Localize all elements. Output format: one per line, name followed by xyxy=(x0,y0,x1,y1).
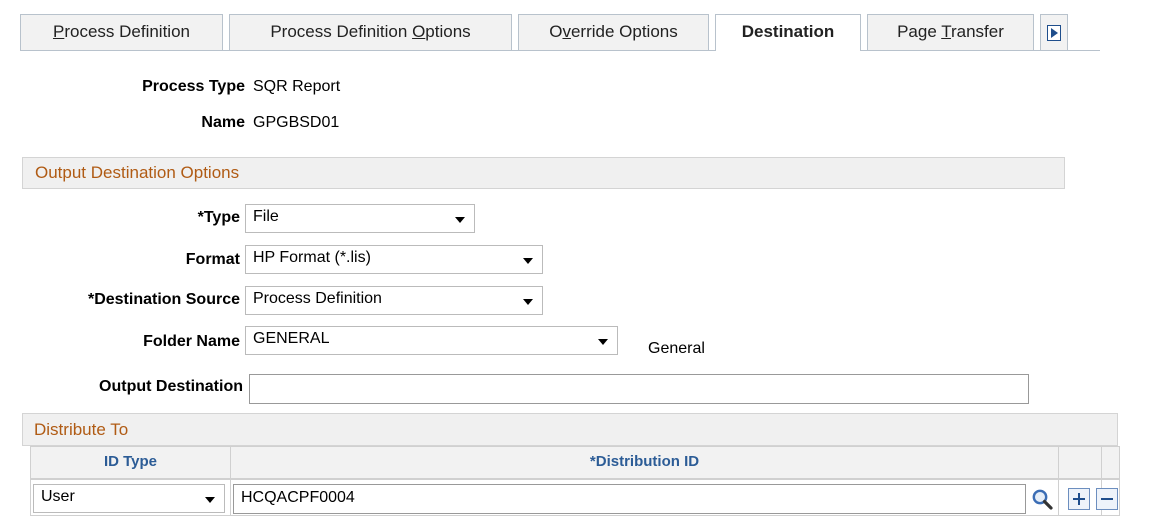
name-label: Name xyxy=(201,114,245,131)
tab-process-definition[interactable]: Process Definition xyxy=(20,14,223,50)
name-value: GPGBSD01 xyxy=(253,114,340,131)
chevron-down-icon xyxy=(598,339,608,345)
distribute-to-title: Distribute To xyxy=(34,420,129,439)
chevron-down-icon xyxy=(523,258,533,264)
output-destination-section: Output Destination Options xyxy=(22,157,1065,189)
next-tab-icon xyxy=(1047,25,1061,41)
chevron-down-icon xyxy=(205,497,215,503)
format-value: HP Format (*.lis) xyxy=(253,249,371,266)
type-label: *Type xyxy=(197,209,240,226)
process-type-label: Process Type xyxy=(142,78,245,95)
add-row-button[interactable] xyxy=(1068,488,1090,510)
chevron-down-icon xyxy=(455,217,465,223)
magnifier-icon[interactable] xyxy=(1031,488,1053,510)
next-tab-button[interactable] xyxy=(1040,14,1068,50)
tab-override-options[interactable]: Override Options xyxy=(518,14,709,50)
process-type-value: SQR Report xyxy=(253,78,341,95)
id-type-dropdown[interactable]: User xyxy=(33,484,225,513)
format-dropdown[interactable]: HP Format (*.lis) xyxy=(245,245,543,274)
column-header-id-type: ID Type xyxy=(30,446,231,479)
folder-description: General xyxy=(648,340,705,357)
column-header-distribution-id: *Distribution ID xyxy=(230,446,1059,479)
distribute-to-header-bar xyxy=(22,413,1118,446)
tab-destination[interactable]: Destination xyxy=(715,14,861,51)
output-destination-label: Output Destination xyxy=(99,378,243,395)
section-title: Output Destination Options xyxy=(35,163,240,182)
type-dropdown[interactable]: File xyxy=(245,204,475,233)
folder-name-dropdown[interactable]: GENERAL xyxy=(245,326,618,355)
folder-name-value: GENERAL xyxy=(253,330,330,347)
column-header-add xyxy=(1058,446,1102,479)
type-value: File xyxy=(253,208,279,225)
distribution-id-value: HCQACPF0004 xyxy=(241,489,355,506)
tab-page-transfer[interactable]: Page Transfer xyxy=(867,14,1034,50)
chevron-down-icon xyxy=(523,299,533,305)
output-destination-input[interactable] xyxy=(249,374,1029,404)
distribution-id-input[interactable]: HCQACPF0004 xyxy=(233,484,1026,514)
folder-name-label: Folder Name xyxy=(143,333,240,350)
column-header-delete xyxy=(1101,446,1120,479)
destination-source-dropdown[interactable]: Process Definition xyxy=(245,286,543,315)
destination-source-value: Process Definition xyxy=(253,290,382,307)
tab-divider xyxy=(20,50,1100,51)
delete-row-button[interactable] xyxy=(1096,488,1118,510)
destination-source-label: *Destination Source xyxy=(87,291,240,308)
format-label: Format xyxy=(185,251,240,268)
id-type-value: User xyxy=(41,488,75,505)
tab-process-definition-options[interactable]: Process Definition Options xyxy=(229,14,512,50)
